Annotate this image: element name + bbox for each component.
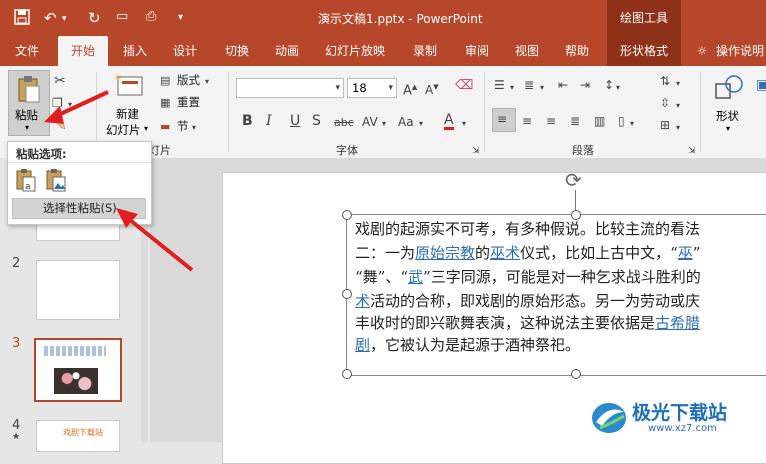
- arrow-to-paste-button: [44, 90, 109, 124]
- watermark-logo: 极光下载站 www.xz7.com: [590, 398, 760, 438]
- watermark-icon: [592, 403, 626, 433]
- watermark-url: www.xz7.com: [648, 423, 717, 434]
- watermark-text: 极光下载站: [632, 402, 728, 424]
- annotation-arrows: [44, 90, 194, 272]
- arrow-to-paste-special: [116, 208, 194, 272]
